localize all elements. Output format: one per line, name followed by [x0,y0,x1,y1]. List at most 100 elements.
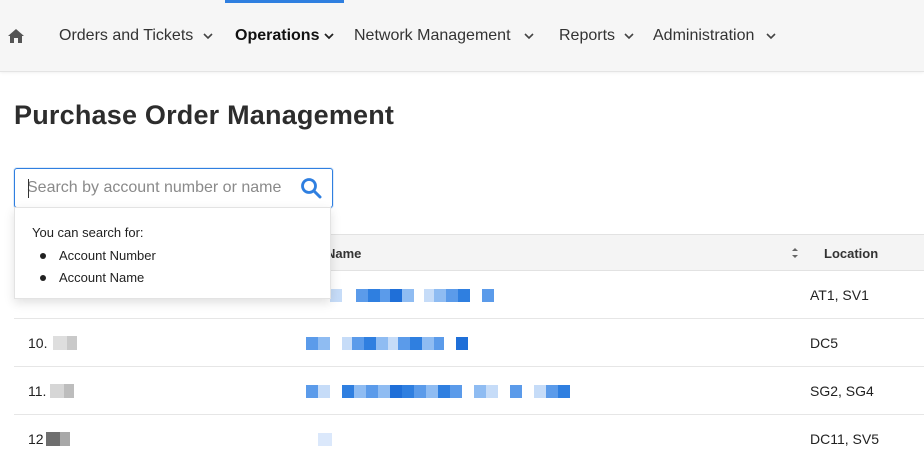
popover-item-account-name: Account Name [40,269,156,291]
account-id-cell: 11. [28,367,75,415]
location-cell: AT1, SV1 [810,287,869,303]
redacted-block [330,288,342,302]
location-cell: DC5 [810,335,839,351]
redacted-name [318,415,332,457]
top-nav: Orders and Tickets Operations Network Ma… [0,0,924,72]
redacted-block [318,336,330,350]
redacted-block [558,384,570,398]
chevron-down-icon [624,33,634,40]
redacted-block [534,384,546,398]
redacted-block [306,336,318,350]
redacted-block [470,289,482,302]
redacted-block [318,384,330,398]
redacted-name [306,367,570,415]
redacted-block [414,289,424,302]
redacted-block [380,288,390,302]
redacted-block [306,384,318,398]
table-row[interactable]: 11. SG2, SG4 [14,367,924,415]
popover-heading: You can search for: [32,225,144,240]
redacted-block [368,288,380,302]
sort-icon[interactable] [790,246,800,260]
redacted-block [45,432,60,446]
home-icon[interactable] [6,26,26,46]
redacted-block [462,385,474,398]
redacted-block [53,336,68,350]
text-caret [28,179,29,198]
redacted-block [64,384,75,398]
redacted-block [486,384,498,398]
redacted-block [444,337,456,350]
nav-label: Orders and Tickets [59,27,194,44]
redacted-block [414,384,426,398]
redacted-block [434,336,444,350]
redacted-block [458,288,470,302]
account-id-prefix: 10 [28,335,44,351]
table-row[interactable]: 10. DC5 [14,319,924,367]
popover-item-account-number: Account Number [40,247,156,269]
redacted-block [390,288,402,302]
redacted-block [522,385,534,398]
redacted-block [482,288,494,302]
nav-orders-and-tickets[interactable]: Orders and Tickets [59,0,213,72]
redacted-block [318,432,332,446]
redacted-block [330,385,342,398]
redacted-block [456,336,468,350]
account-id-prefix: 12 [28,431,44,447]
redacted-block [398,336,410,350]
location-cell: SG2, SG4 [810,383,874,399]
column-header-name[interactable]: Name [326,235,361,272]
page-title: Purchase Order Management [14,100,395,130]
redacted-block [498,385,510,398]
search-hint-popover: You can search for: Account Number Accou… [14,207,331,299]
popover-list: Account Number Account Name [40,247,156,291]
redacted-block [342,289,356,302]
redacted-block [474,384,486,398]
nav-administration[interactable]: Administration [653,0,776,72]
nav-label: Administration [653,27,755,44]
nav-label: Operations [235,27,320,44]
redacted-block [378,384,390,398]
nav-reports[interactable]: Reports [559,0,634,72]
account-id-cell: 10. [28,319,78,367]
nav-label: Reports [559,27,616,44]
account-id-prefix: 11 [28,383,43,399]
redacted-block [50,384,65,398]
redacted-block [390,384,402,398]
redacted-block [424,288,434,302]
redacted-block [422,336,434,350]
redacted-block [438,384,450,398]
nav-operations[interactable]: Operations [224,0,345,72]
redacted-block [364,336,376,350]
redacted-block [352,336,364,350]
search-input[interactable] [27,169,297,207]
redacted-block [402,384,414,398]
redacted-block [388,336,398,350]
redacted-block [342,384,354,398]
chevron-down-icon [324,33,335,40]
nav-network-management[interactable]: Network Management [354,0,534,72]
redacted-block [354,384,366,398]
redacted-block [510,384,522,398]
redacted-block [67,336,78,350]
account-id-cell: 12 [28,415,70,457]
redacted-block [366,384,378,398]
redacted-block [546,384,558,398]
redacted-block [434,288,446,302]
chevron-down-icon [766,33,776,40]
nav-label: Network Management [354,27,511,44]
redacted-block [330,337,342,350]
redacted-block [426,384,438,398]
redacted-name [330,271,494,319]
search-box [14,168,333,208]
search-icon[interactable] [300,177,322,199]
redacted-block [59,432,70,446]
redacted-block [450,384,462,398]
table-row[interactable]: 12 DC11, SV5 [14,415,924,457]
redacted-block [356,288,368,302]
chevron-down-icon [523,33,534,40]
location-cell: DC11, SV5 [810,431,879,447]
column-header-location[interactable]: Location [824,235,878,272]
chevron-down-icon [203,33,213,40]
redacted-block [446,288,458,302]
redacted-block [410,336,422,350]
